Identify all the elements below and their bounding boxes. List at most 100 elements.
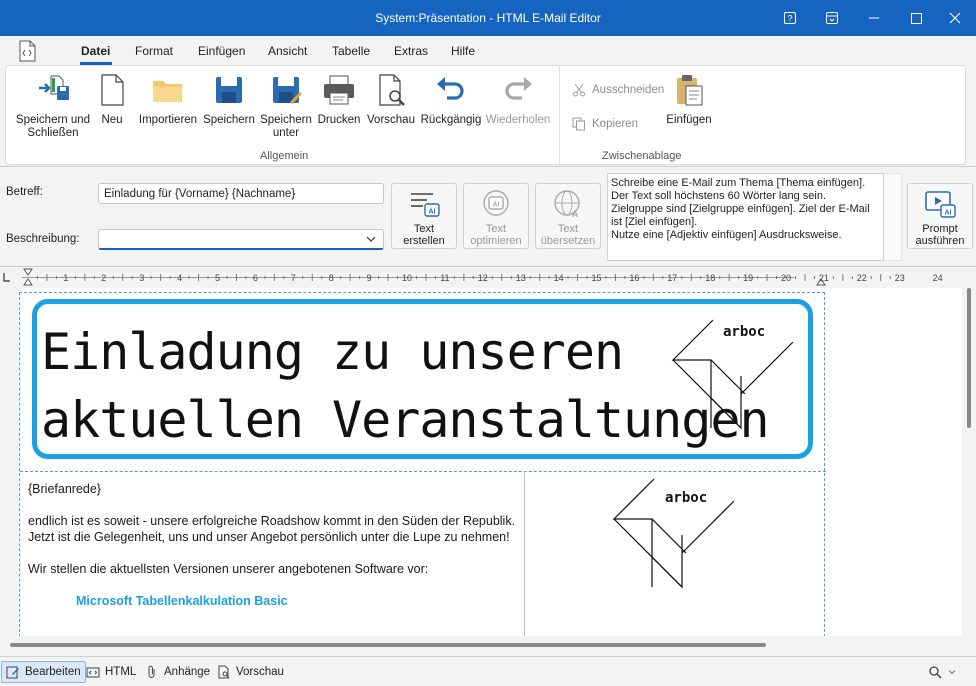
redo-button[interactable]: Wiederholen: [484, 72, 552, 127]
html-mode-button[interactable]: HTML: [82, 661, 140, 683]
ribbon-display-button[interactable]: [811, 0, 853, 36]
save-icon: [216, 77, 242, 103]
ruler-number: 21: [819, 273, 829, 283]
group-label-clipboard: Zwischenablage: [602, 150, 682, 162]
maximize-button[interactable]: [895, 0, 937, 36]
tab-hilfe[interactable]: Hilfe: [451, 44, 475, 58]
ribbon-display-icon: [826, 12, 838, 24]
ribbon: Speichern und Schließen Neu Importieren …: [5, 65, 966, 165]
translate-text-button[interactable]: A Text übersetzen: [535, 183, 601, 249]
ruler-number: 10: [402, 273, 412, 283]
paste-button[interactable]: Einfügen: [664, 72, 714, 127]
svg-text:AI: AI: [493, 202, 500, 209]
import-label: Importieren: [138, 114, 198, 126]
email-body[interactable]: {Briefanrede} endlich ist es soweit - un…: [28, 481, 518, 609]
attachments-label: Anhänge: [164, 666, 211, 678]
ruler-number: 24: [933, 273, 943, 283]
zoom-button[interactable]: [924, 661, 961, 683]
close-icon: [949, 12, 961, 24]
headline-banner: Einladung zu unseren aktuellen Veranstal…: [32, 299, 813, 459]
ruler-number: 19: [743, 273, 753, 283]
minimize-button[interactable]: [853, 0, 895, 36]
import-button[interactable]: Importieren: [136, 72, 200, 127]
ai-run-prompt-icon: AI: [925, 191, 956, 218]
horizontal-scroll-thumb[interactable]: [10, 643, 766, 647]
close-button[interactable]: [934, 0, 976, 36]
left-indent-marker[interactable]: [23, 278, 33, 286]
table-divider-vertical: [524, 471, 525, 636]
email-properties-panel: Betreff: Beschreibung: AI Text erstellen…: [0, 166, 976, 264]
tab-einfuegen[interactable]: Einfügen: [198, 44, 245, 58]
attachments-button[interactable]: Anhänge: [141, 661, 214, 683]
email-document[interactable]: Einladung zu unseren aktuellen Veranstal…: [19, 292, 826, 636]
ruler-number: 13: [516, 273, 526, 283]
horizontal-ruler[interactable]: 1 2 3 4 5 6 7 8 9 10 11 12 13 14 15 16 17 18 19 20 21 22 23 24: [0, 266, 976, 288]
scissors-icon: [573, 83, 585, 97]
save-label: Speichern: [203, 114, 255, 126]
create-text-button[interactable]: AI Text erstellen: [391, 183, 457, 249]
edit-mode-button[interactable]: Bearbeiten: [1, 661, 86, 683]
save-and-close-button[interactable]: Speichern und Schließen: [14, 72, 92, 140]
editor-area[interactable]: Einladung zu unseren aktuellen Veranstal…: [0, 288, 962, 636]
undo-button[interactable]: Rückgängig: [420, 72, 482, 127]
redo-icon: [505, 77, 532, 100]
prompt-textarea[interactable]: Schreibe eine E-Mail zum Thema [Thema ei…: [607, 173, 884, 261]
ruler-number: 1: [63, 273, 68, 283]
tab-datei[interactable]: Datei: [81, 44, 110, 58]
ruler-number: 11: [440, 273, 449, 283]
subject-label: Betreff:: [6, 186, 43, 198]
redo-label: Wiederholen: [485, 114, 551, 126]
save-button[interactable]: Speichern: [202, 72, 256, 127]
body-paragraph-1: endlich ist es soweit - unsere erfolgrei…: [28, 514, 516, 544]
preview-label: Vorschau: [367, 114, 415, 126]
new-button[interactable]: Neu: [94, 72, 130, 127]
vertical-scrollbar[interactable]: [962, 288, 976, 636]
help-icon: ?: [784, 12, 796, 24]
save-and-close-label: Speichern und Schließen: [15, 114, 91, 139]
ruler-number: 3: [139, 273, 144, 283]
preview-mode-label: Vorschau: [236, 666, 284, 678]
description-select[interactable]: [98, 229, 384, 250]
ruler-number: 5: [215, 273, 220, 283]
copy-icon: [572, 117, 585, 131]
tab-ansicht[interactable]: Ansicht: [268, 44, 307, 58]
cut-button[interactable]: Ausschneiden: [572, 83, 664, 97]
preview-icon: [218, 665, 230, 679]
save-as-label: Speichern unter: [260, 114, 312, 139]
ruler-number: 15: [591, 273, 601, 283]
first-line-indent-marker[interactable]: [23, 268, 33, 276]
headline-text: Einladung zu unseren aktuellen Veranstal…: [41, 318, 770, 454]
minimize-icon: [869, 17, 879, 19]
help-button[interactable]: ?: [769, 0, 811, 36]
copy-button[interactable]: Kopieren: [572, 117, 638, 131]
paste-label: Einfügen: [666, 114, 712, 126]
tab-format[interactable]: Format: [135, 44, 173, 58]
optimize-text-button[interactable]: AI Text optimieren: [463, 183, 529, 249]
undo-icon: [437, 77, 464, 100]
tab-extras[interactable]: Extras: [394, 44, 428, 58]
run-prompt-button[interactable]: AI Prompt ausführen: [907, 183, 973, 249]
copy-label: Kopieren: [592, 118, 639, 130]
ruler-number: 14: [554, 273, 564, 283]
save-close-icon: [39, 75, 69, 100]
tab-stop-icon: [3, 273, 10, 282]
status-bar: Bearbeiten HTML Anhänge Vorschau: [0, 656, 976, 686]
prompt-scrollbar[interactable]: [884, 173, 902, 261]
cut-label: Ausschneiden: [592, 84, 665, 96]
ai-optimize-icon: AI: [483, 190, 509, 216]
vertical-scroll-thumb[interactable]: [967, 288, 971, 428]
ruler-number: 23: [895, 273, 905, 283]
save-as-button[interactable]: Speichern unter: [260, 72, 312, 140]
html-document-icon[interactable]: [16, 40, 38, 62]
new-document-icon: [101, 74, 124, 106]
headline-line-2: aktuellen Veranstaltungen: [41, 391, 770, 449]
tab-tabelle[interactable]: Tabelle: [332, 44, 370, 58]
print-button[interactable]: Drucken: [316, 72, 362, 127]
undo-label: Rückgängig: [420, 114, 482, 126]
preview-button[interactable]: Vorschau: [366, 72, 416, 127]
preview-mode-button[interactable]: Vorschau: [213, 661, 288, 683]
horizontal-scrollbar[interactable]: [0, 636, 962, 656]
subject-input[interactable]: [98, 183, 384, 204]
ruler-number: 16: [629, 273, 639, 283]
paperclip-icon: [148, 665, 155, 678]
